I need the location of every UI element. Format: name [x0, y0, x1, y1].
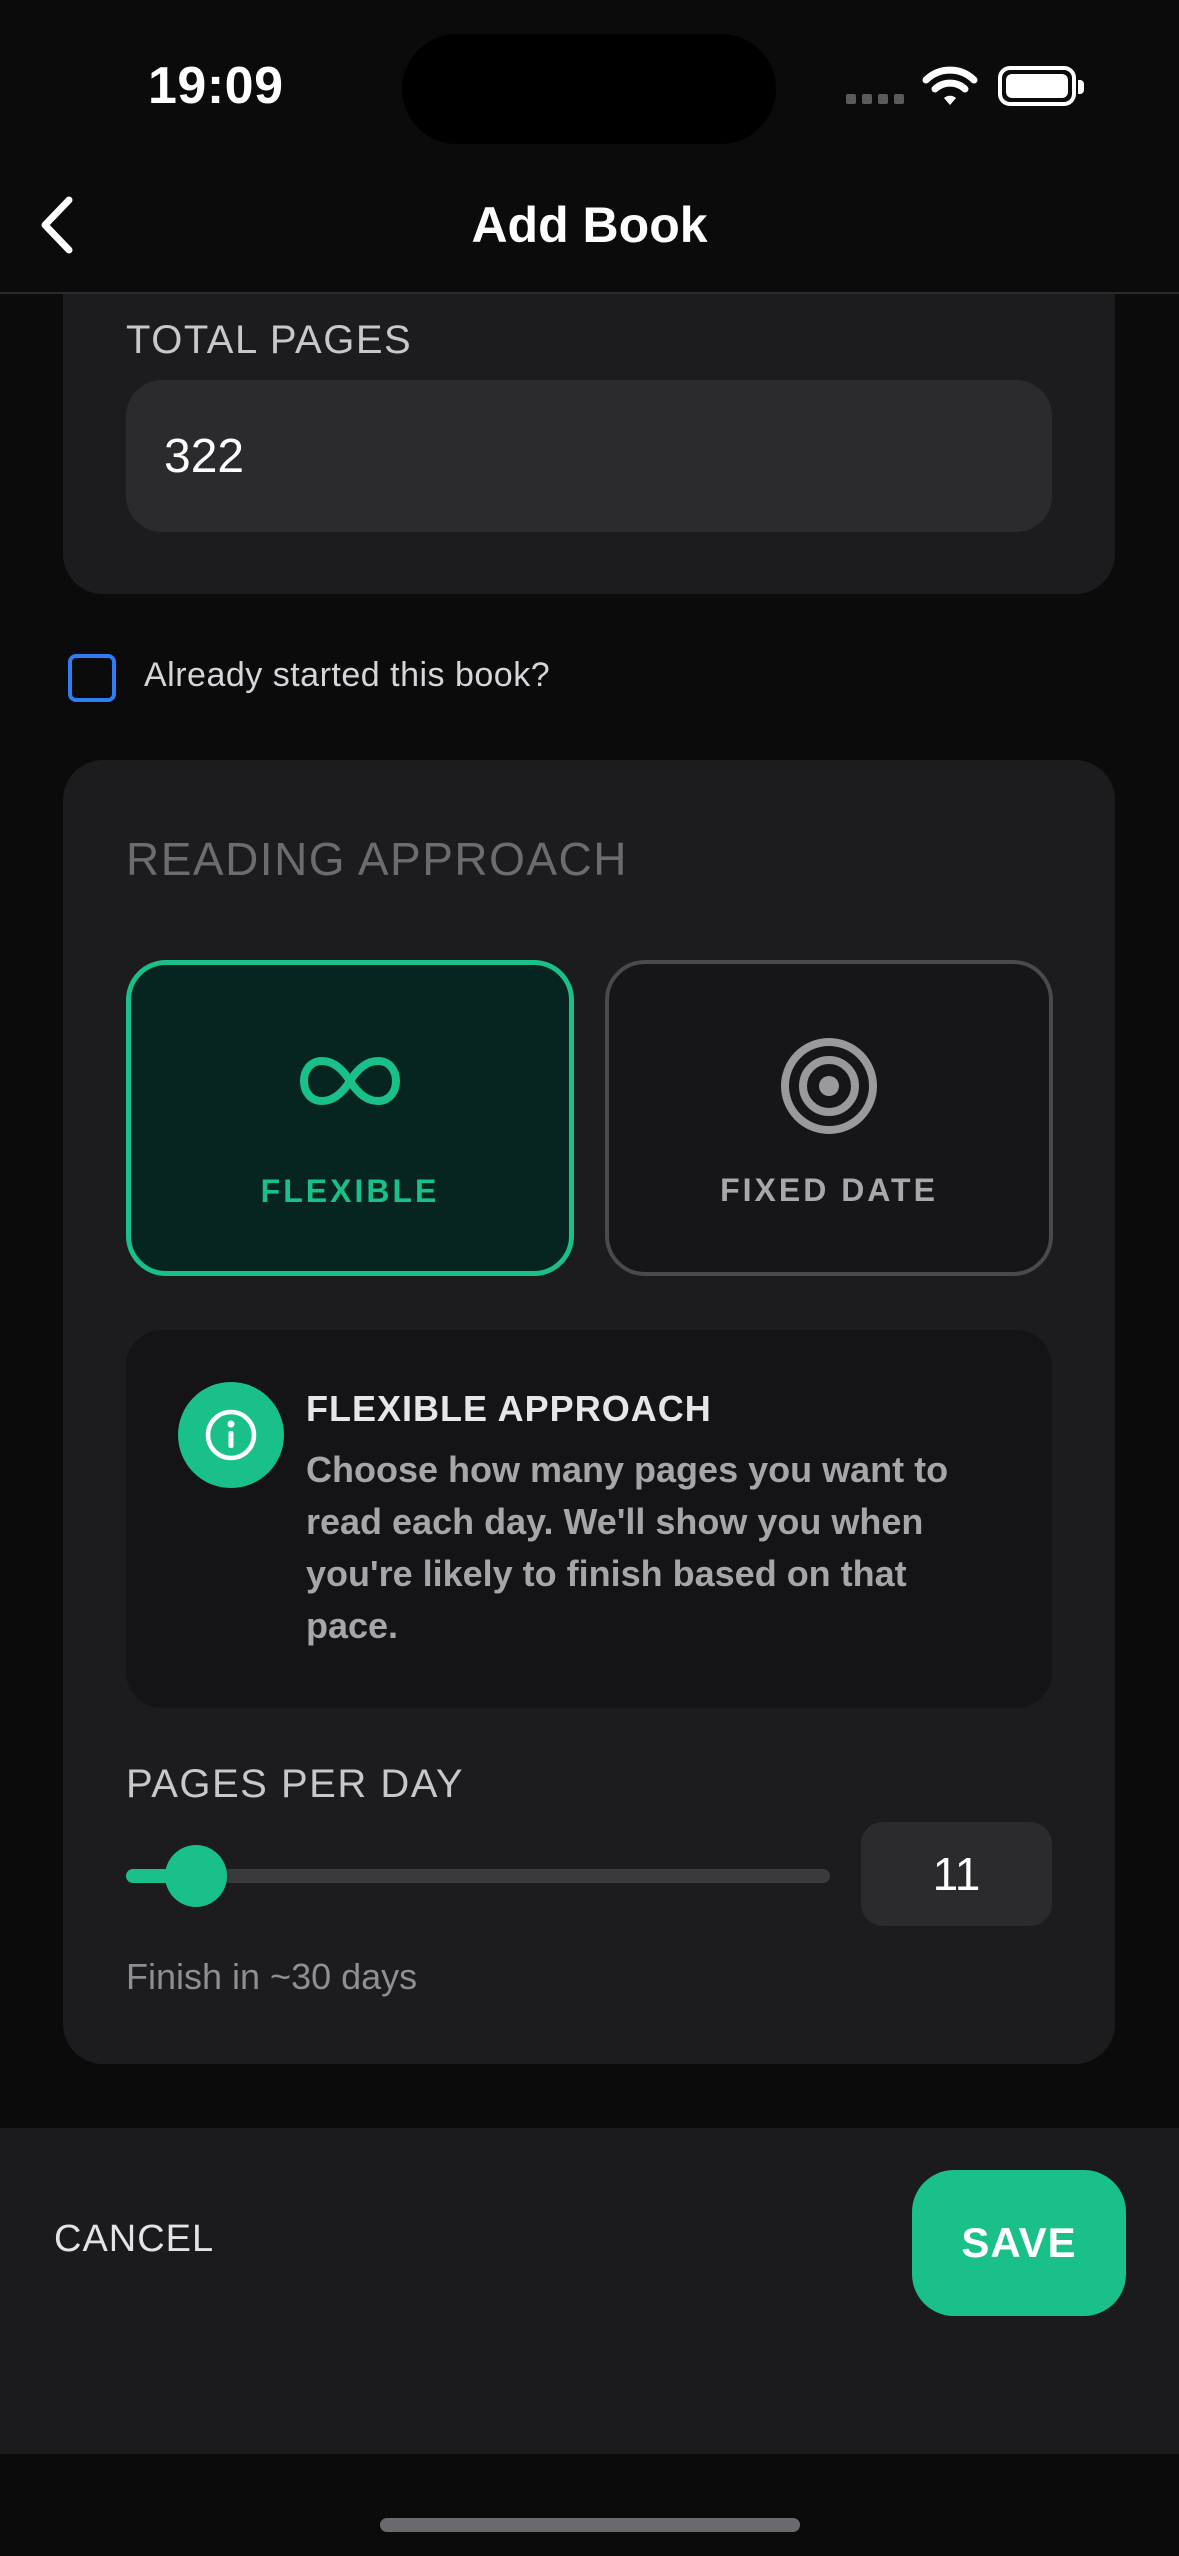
slider-thumb[interactable]: [165, 1845, 228, 1907]
infinity-icon: [299, 1055, 401, 1112]
wifi-icon: [922, 64, 978, 113]
battery-icon: [998, 66, 1084, 106]
cancel-button[interactable]: CANCEL: [54, 2218, 214, 2261]
approach-info-body: Choose how many pages you want to read e…: [306, 1449, 949, 1646]
fixed-date-option[interactable]: FIXED DATE: [605, 960, 1053, 1276]
already-started-checkbox[interactable]: [68, 654, 116, 702]
reading-approach-title: READING APPROACH: [126, 833, 628, 885]
total-pages-input[interactable]: 322: [126, 380, 1052, 532]
finish-estimate: Finish in ~30 days: [126, 1956, 418, 1997]
total-pages-label: TOTAL PAGES: [126, 318, 413, 362]
save-button[interactable]: SAVE: [912, 2170, 1126, 2316]
flexible-option[interactable]: FLEXIBLE: [126, 960, 574, 1276]
fixed-date-option-label: FIXED DATE: [720, 1172, 938, 1208]
status-time: 19:09: [148, 57, 284, 115]
page-title: Add Book: [471, 197, 708, 253]
pages-per-day-slider[interactable]: [126, 1845, 830, 1907]
approach-info-title: FLEXIBLE APPROACH: [306, 1388, 712, 1429]
dynamic-island: [402, 34, 776, 144]
flexible-option-label: FLEXIBLE: [260, 1173, 440, 1209]
pages-per-day-value[interactable]: 11: [861, 1822, 1052, 1926]
home-indicator: [380, 2518, 800, 2532]
cellular-signal-icon: [846, 94, 904, 104]
info-icon: [178, 1382, 284, 1488]
already-started-label[interactable]: Already started this book?: [144, 656, 550, 695]
pages-per-day-label: PAGES PER DAY: [126, 1762, 465, 1806]
target-icon: [779, 1036, 879, 1141]
